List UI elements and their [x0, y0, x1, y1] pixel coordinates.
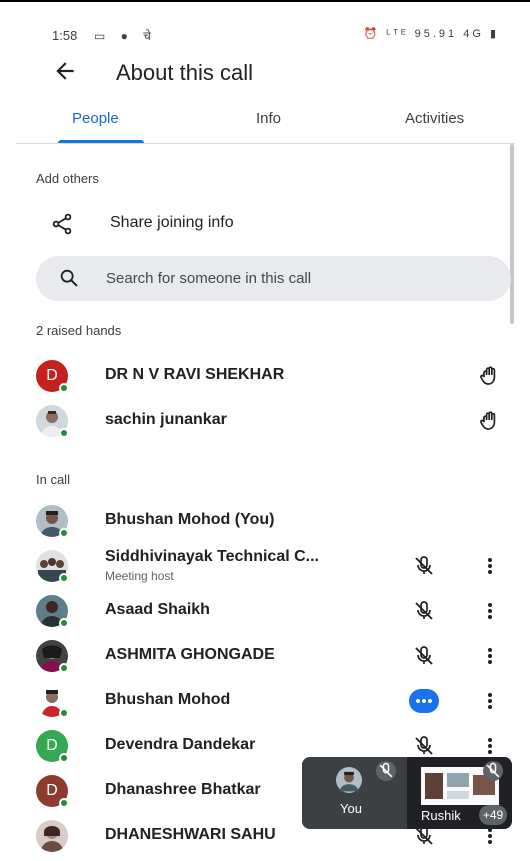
- add-others-label: Add others: [36, 171, 99, 186]
- participant-name: DHANESHWARI SAHU: [105, 826, 276, 843]
- phone-screen: 1:58 ▭ ● चे ⏰ ᴸᵀᴱ 95.91 4G ▮ About this …: [16, 18, 515, 861]
- online-status-dot: [59, 663, 69, 673]
- online-status-dot: [59, 383, 69, 393]
- participant-row[interactable]: ASHMITA GHONGADE: [16, 634, 515, 678]
- self-avatar-photo-icon: [336, 767, 362, 793]
- participant-name: ASHMITA GHONGADE: [105, 646, 275, 663]
- participant-name: Devendra Dandekar: [105, 736, 256, 753]
- tab-bar: People Info Activities: [16, 102, 515, 144]
- online-status-dot: [59, 708, 69, 718]
- participant-name: Bhushan Mohod (You): [105, 511, 275, 528]
- share-joining-info-button[interactable]: Share joining info: [16, 206, 515, 242]
- share-icon: [52, 213, 72, 235]
- raised-hand-icon: [480, 411, 496, 430]
- picture-in-picture-tiles[interactable]: You Rushik +49: [302, 757, 512, 829]
- active-tab-indicator: [58, 140, 144, 143]
- status-icons-left: ▭ ● चे: [94, 29, 157, 43]
- participant-name: DR N V RAVI SHEKHAR: [105, 366, 285, 383]
- pip-mic-off-icon: [376, 761, 396, 781]
- participant-row[interactable]: sachin junankar: [16, 399, 515, 443]
- more-vert-icon[interactable]: [482, 644, 498, 668]
- participant-row[interactable]: Bhushan Mohod: [16, 679, 515, 723]
- page-title: About this call: [116, 60, 253, 85]
- online-status-dot: [59, 618, 69, 628]
- more-vert-icon[interactable]: [482, 599, 498, 623]
- status-bar: 1:58 ▭ ● चे ⏰ ᴸᵀᴱ 95.91 4G ▮: [16, 18, 515, 50]
- participant-row[interactable]: Asaad Shaikh: [16, 589, 515, 633]
- online-status-dot: [59, 528, 69, 538]
- participant-name: Asaad Shaikh: [105, 601, 210, 618]
- share-joining-info-label: Share joining info: [110, 214, 234, 231]
- tab-people[interactable]: People: [72, 110, 119, 127]
- participant-row[interactable]: Siddhivinayak Technical C... Meeting hos…: [16, 544, 515, 588]
- in-call-label: In call: [36, 472, 70, 487]
- search-icon: [60, 269, 78, 287]
- app-bar: About this call: [16, 54, 515, 94]
- status-time: 1:58: [52, 28, 78, 43]
- search-input[interactable]: Search for someone in this call: [36, 256, 511, 301]
- participant-name: Siddhivinayak Technical C...: [105, 548, 319, 565]
- participant-video-tile[interactable]: Rushik +49: [407, 757, 512, 829]
- participant-name: Dhanashree Bhatkar: [105, 781, 261, 798]
- more-vert-icon[interactable]: [482, 689, 498, 713]
- tab-activities[interactable]: Activities: [405, 110, 464, 127]
- avatar-photo: [36, 820, 68, 852]
- mic-off-icon[interactable]: [412, 599, 436, 623]
- more-participants-count: +49: [479, 805, 507, 825]
- top-border: [0, 0, 530, 2]
- participant-row[interactable]: Bhushan Mohod (You): [16, 499, 515, 543]
- self-tile-label: You: [340, 801, 362, 816]
- online-status-dot: [59, 573, 69, 583]
- self-video-tile[interactable]: You: [302, 757, 406, 829]
- status-icons-right: ⏰ ᴸᵀᴱ 95.91 4G ▮: [363, 28, 499, 40]
- online-status-dot: [59, 753, 69, 763]
- participant-name: Bhushan Mohod: [105, 691, 231, 708]
- mic-off-icon[interactable]: [412, 554, 436, 578]
- tab-info[interactable]: Info: [256, 110, 281, 127]
- online-status-dot: [59, 428, 69, 438]
- participant-row[interactable]: D DR N V RAVI SHEKHAR: [16, 354, 515, 398]
- more-vert-icon[interactable]: [482, 554, 498, 578]
- search-placeholder: Search for someone in this call: [106, 270, 312, 287]
- mic-off-icon[interactable]: [412, 644, 436, 668]
- participant-name: sachin junankar: [105, 411, 227, 428]
- person-photo-icon: [36, 820, 68, 852]
- pip-mic-off-icon: [483, 761, 503, 781]
- back-arrow-icon[interactable]: [52, 58, 78, 84]
- meeting-host-label: Meeting host: [105, 569, 174, 583]
- participant-tile-label: Rushik: [421, 808, 461, 823]
- speaking-indicator: [409, 689, 439, 713]
- online-status-dot: [59, 798, 69, 808]
- mic-off-icon[interactable]: [412, 734, 436, 758]
- raised-hand-icon: [480, 366, 496, 385]
- raised-hands-label: 2 raised hands: [36, 323, 122, 338]
- more-vert-icon[interactable]: [482, 734, 498, 758]
